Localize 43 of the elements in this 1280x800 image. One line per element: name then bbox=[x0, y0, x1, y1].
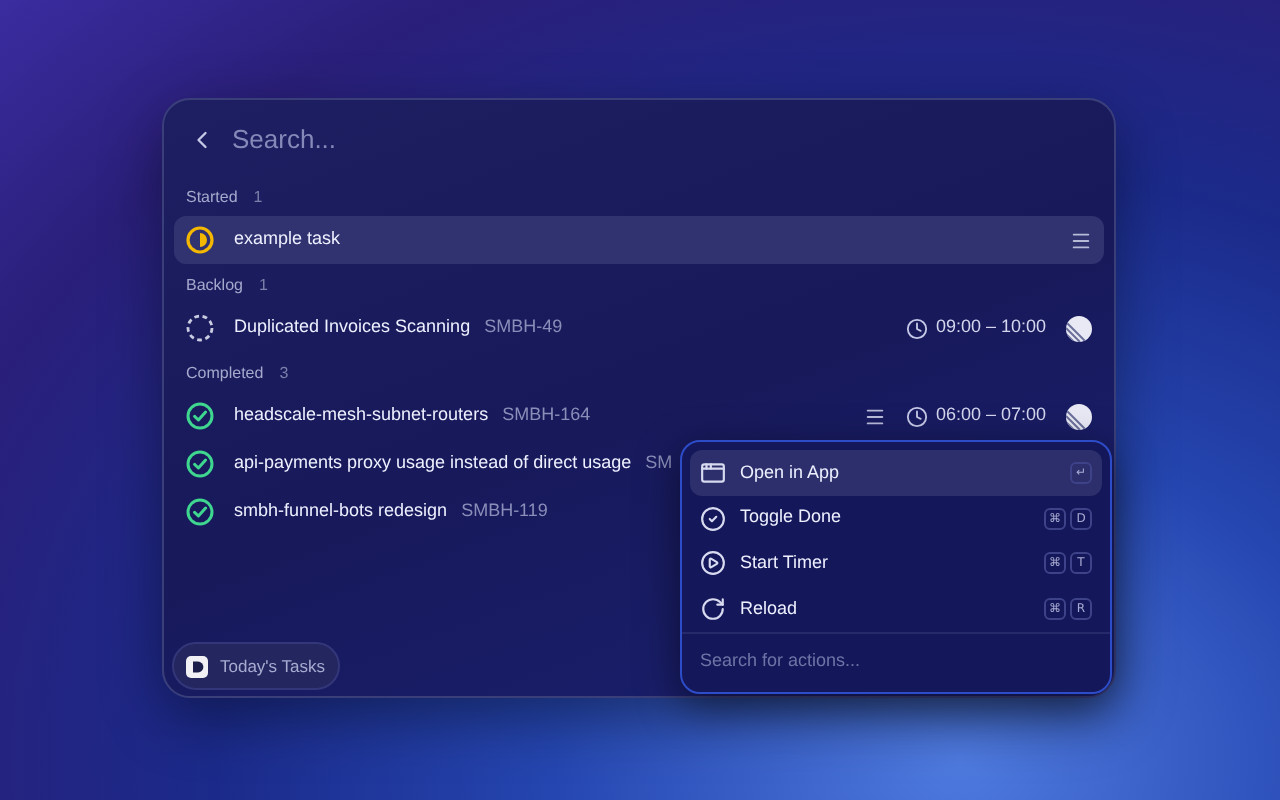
clock-icon bbox=[905, 317, 928, 339]
task-title: headscale-mesh-subnet-routers bbox=[234, 402, 489, 429]
time-range: 06:00 – 07:00 bbox=[935, 402, 1046, 429]
reload-icon bbox=[700, 596, 726, 623]
task-row[interactable]: headscale-mesh-subnet-routers SMBH-164 06:00 – 07:00 bbox=[174, 392, 1104, 440]
menu-icon[interactable] bbox=[1070, 229, 1092, 251]
window-icon bbox=[700, 459, 726, 486]
task-id: SM bbox=[645, 450, 673, 477]
task-id: SMBH-119 bbox=[461, 498, 548, 525]
section-title: Completed bbox=[186, 362, 264, 386]
task-id: SMBH-164 bbox=[502, 402, 591, 429]
task-title: api-payments proxy usage instead of direct usage bbox=[234, 450, 632, 477]
task-title: Duplicated Invoices Scanning bbox=[234, 314, 471, 341]
task-row[interactable]: Duplicated Invoices Scanning SMBH-49 09:00 – 10:00 bbox=[174, 304, 1104, 352]
check-circle-icon bbox=[700, 505, 726, 532]
task-id: SMBH-49 bbox=[484, 314, 563, 341]
play-icon bbox=[700, 550, 726, 577]
half-circle-icon bbox=[186, 226, 214, 254]
clock-icon bbox=[905, 405, 928, 427]
task-title: smbh-funnel-bots redesign bbox=[234, 498, 448, 525]
action-label: Open in App bbox=[740, 459, 840, 486]
check-circle-icon bbox=[186, 402, 214, 430]
menu-icon[interactable] bbox=[863, 405, 886, 427]
check-circle-icon bbox=[186, 450, 214, 478]
striped-circle-icon bbox=[1066, 315, 1092, 341]
striped-circle-icon bbox=[1066, 403, 1092, 429]
check-circle-icon bbox=[186, 498, 214, 526]
dashed-circle-icon bbox=[186, 314, 214, 342]
section-count: 1 bbox=[253, 186, 263, 210]
section-count: 3 bbox=[279, 362, 289, 386]
task-row[interactable]: example task bbox=[174, 216, 1104, 264]
action-label: Toggle Done bbox=[740, 504, 842, 531]
action-label: Reload bbox=[740, 596, 798, 623]
action-search-field[interactable]: Search for actions... bbox=[690, 636, 1102, 684]
search-field[interactable]: Search... bbox=[232, 120, 1090, 160]
section-title: Backlog bbox=[186, 274, 243, 298]
todays-tasks-button[interactable]: Today's Tasks bbox=[172, 642, 339, 690]
app-logo-icon bbox=[186, 655, 208, 677]
time-range: 09:00 – 10:00 bbox=[935, 314, 1046, 341]
action-label: Start Timer bbox=[740, 550, 829, 577]
task-title: example task bbox=[234, 226, 341, 253]
section-count: 1 bbox=[258, 274, 268, 298]
section-title: Started bbox=[186, 186, 238, 210]
